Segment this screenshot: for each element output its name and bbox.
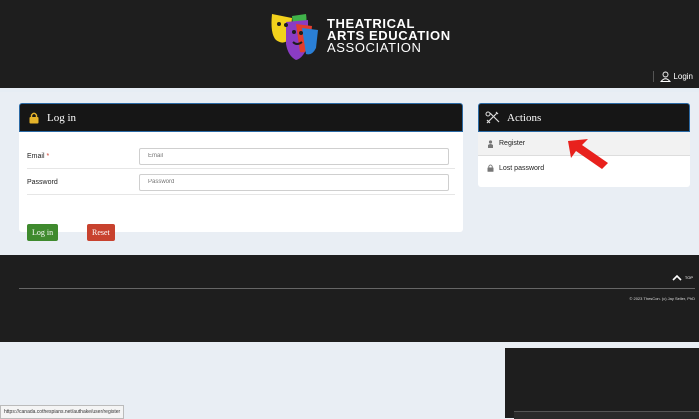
required-mark: * — [46, 152, 50, 160]
theatre-masks-logo-icon[interactable] — [268, 12, 322, 66]
email-input[interactable] — [139, 147, 449, 165]
lock-icon — [487, 164, 494, 172]
login-button[interactable]: Log in — [27, 224, 59, 241]
password-row: Password — [27, 170, 455, 195]
person-icon — [488, 139, 493, 148]
lock-icon — [29, 112, 39, 123]
actions-panel-title: Actions — [507, 111, 542, 124]
footer-divider — [19, 288, 695, 289]
actions-panel-header: Actions — [478, 103, 690, 132]
copyright-text: © 2023 ThesCon. (c) Jay Seller, PhD — [629, 296, 695, 301]
site-footer: TOP © 2023 ThesCon. (c) Jay Seller, PhD — [0, 255, 699, 342]
lost-password-label: Lost password — [499, 164, 545, 172]
header-login-link[interactable]: Login — [653, 71, 693, 82]
password-label: Password — [27, 178, 58, 186]
site-header: THEATRICAL ARTS EDUCATION ASSOCIATION Lo… — [0, 0, 699, 88]
login-link-label: Login — [673, 72, 693, 81]
status-url: https://canada.cothespians.net/authake/u… — [4, 409, 121, 415]
email-row: Email * — [27, 144, 455, 169]
email-label: Email * — [27, 152, 50, 160]
tools-icon — [485, 111, 500, 123]
login-panel-title: Log in — [47, 111, 77, 124]
login-panel-header: Log in — [19, 103, 463, 132]
password-input[interactable] — [139, 173, 449, 191]
overlay-panel — [505, 348, 699, 418]
back-to-top-link[interactable]: TOP — [672, 274, 693, 281]
red-arrow-annotation-icon — [568, 139, 608, 169]
logo-wordmark[interactable]: THEATRICAL ARTS EDUCATION ASSOCIATION — [327, 17, 451, 55]
browser-status-bar: https://canada.cothespians.net/authake/u… — [0, 405, 125, 419]
register-label: Register — [499, 140, 526, 147]
top-label: TOP — [684, 275, 693, 280]
chevron-up-icon — [672, 274, 682, 281]
main-content: Log in Email * Password Log in Reset Act… — [0, 92, 699, 255]
logo-line-3: ASSOCIATION — [327, 40, 422, 55]
login-panel: Log in Email * Password Log in Reset — [19, 103, 463, 241]
reset-button[interactable]: Reset — [87, 224, 115, 241]
user-icon — [660, 71, 672, 82]
